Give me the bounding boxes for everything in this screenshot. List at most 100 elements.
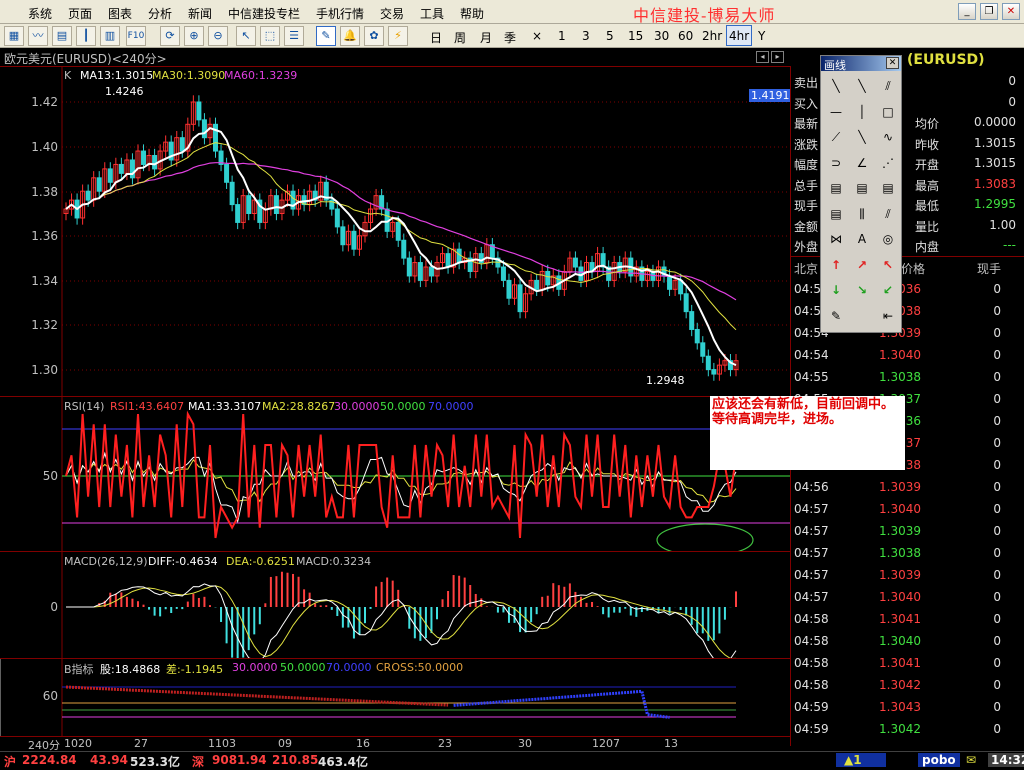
period-year[interactable]: Y xyxy=(758,29,765,43)
menu-page[interactable]: 页面 xyxy=(68,5,92,22)
draw-eraser-icon[interactable]: ✎ xyxy=(825,306,847,326)
draw-arrow-up-icon[interactable]: ↑ xyxy=(825,255,847,275)
draw-arrow-ur-icon[interactable]: ↗ xyxy=(851,255,873,275)
menu-chart[interactable]: 图表 xyxy=(108,5,132,22)
tick-time: 04:59 xyxy=(794,700,829,714)
tick-row: 04:58 1.3040 0 xyxy=(791,634,1024,652)
draw-fib-b-icon[interactable]: ▤ xyxy=(851,178,873,198)
quote-right-label: 昨收 xyxy=(915,137,940,152)
alarm-icon[interactable]: 🔔 xyxy=(340,26,360,46)
draw-parallel-icon[interactable]: ⫽ xyxy=(877,76,899,96)
zoom-out-icon[interactable]: ⊖ xyxy=(208,26,228,46)
draw-grid-a-icon[interactable]: ▤ xyxy=(825,204,847,224)
period-1[interactable]: 1 xyxy=(558,29,566,43)
draw-trend-icon[interactable]: ⟋ xyxy=(825,127,847,147)
scroll-right-icon[interactable]: ▸ xyxy=(771,51,784,63)
draw-ray-icon[interactable]: ╲ xyxy=(851,76,873,96)
draw-arrow-down-icon[interactable]: ↓ xyxy=(825,280,847,300)
tick-volume: 0 xyxy=(993,700,1001,714)
close-button[interactable]: ✕ xyxy=(1002,3,1020,20)
draw-arrow-dr-icon[interactable]: ↘ xyxy=(851,280,873,300)
tick-price: 1.3040 xyxy=(879,348,921,362)
period-month[interactable]: 月 xyxy=(480,29,492,46)
table-icon[interactable]: ▥ xyxy=(100,26,120,46)
candle-body xyxy=(213,123,219,152)
draw-arrow-dl-icon[interactable]: ↙ xyxy=(877,280,899,300)
line-chart-icon[interactable]: 〰 xyxy=(28,26,48,46)
minimize-button[interactable]: _ xyxy=(958,3,976,20)
draw-angle-icon[interactable]: ∠ xyxy=(851,153,873,173)
tick-time: 04:55 xyxy=(794,370,829,384)
menu-news[interactable]: 新闻 xyxy=(188,5,212,22)
menu-mobile[interactable]: 手机行情 xyxy=(316,5,364,22)
period-quarter[interactable]: 季 xyxy=(504,29,516,46)
draw-arc-icon[interactable]: ⊃ xyxy=(825,153,847,173)
draw-hline-icon[interactable]: — xyxy=(825,102,847,122)
refresh-icon[interactable]: ⟳ xyxy=(160,26,180,46)
candle-body xyxy=(107,168,113,183)
draw-fib-c-icon[interactable]: ▤ xyxy=(877,178,899,198)
draw-circle-icon[interactable]: ◎ xyxy=(877,229,899,249)
draw-delete-icon[interactable]: ⇤ xyxy=(877,306,899,326)
period-5[interactable]: 5 xyxy=(606,29,614,43)
draw-line-icon[interactable]: ✎ xyxy=(316,26,336,46)
period-day[interactable]: 日 xyxy=(430,29,442,46)
annotation-note[interactable]: 应该还会有新低，目前回调中。等待高调完毕，进场。 xyxy=(710,396,905,470)
draw-down-line-icon[interactable]: ╲ xyxy=(851,127,873,147)
tick-time: 04:57 xyxy=(794,502,829,516)
draw-tool-palette[interactable]: 画线 ✕ ╲ ╲ ⫽ — │ □ ⟋ ╲ ∿ ⊃ ∠ ⋰ ▤ ▤ ▤ ▤ ⫼ ⫽ ⋈ A ◎ ↑ ↗ ↖ ↓ ↘ ↙ ✎ ⇤ xyxy=(820,55,902,333)
candle-body xyxy=(401,239,407,259)
tick-volume: 0 xyxy=(993,546,1001,560)
b-indicator-pane[interactable]: B指标 股:18.4868 差:-1.1945 30.0000 50.0000 … xyxy=(0,658,790,737)
f10-icon[interactable]: F10 xyxy=(126,26,146,46)
period-week[interactable]: 周 xyxy=(454,29,466,46)
draw-rect-icon[interactable]: □ xyxy=(877,102,899,122)
grid-icon[interactable]: ▤ xyxy=(52,26,72,46)
plugin-icon[interactable]: ✿ xyxy=(364,26,384,46)
x-tick: 09 xyxy=(278,737,292,750)
draw-fan-icon[interactable]: ⋰ xyxy=(877,153,899,173)
candle-body xyxy=(506,279,512,299)
alert-badge[interactable]: ▲1 xyxy=(836,753,886,767)
menu-system[interactable]: 系统 xyxy=(28,5,52,22)
period-4hr[interactable]: 4hr xyxy=(726,25,753,46)
candle-body xyxy=(85,190,91,201)
cursor-icon[interactable]: ↖ xyxy=(236,26,256,46)
period-2hr[interactable]: 2hr xyxy=(702,29,722,43)
tick-row: 04:57 1.3040 0 xyxy=(791,502,1024,520)
x-axis: 240分 1020 27 1103 09 16 23 30 1207 13 xyxy=(0,736,790,752)
draw-gann-icon[interactable]: ⋈ xyxy=(825,229,847,249)
draw-grid-c-icon[interactable]: ⫽ xyxy=(877,204,899,224)
quote-left-label: 买入 xyxy=(794,96,819,111)
list-icon[interactable]: ☰ xyxy=(284,26,304,46)
mail-icon[interactable]: ✉ xyxy=(966,753,976,767)
menu-trade[interactable]: 交易 xyxy=(380,5,404,22)
quote-list-icon[interactable]: ▦ xyxy=(4,26,24,46)
menu-column[interactable]: 中信建投专栏 xyxy=(228,5,300,22)
period-30[interactable]: 30 xyxy=(654,29,669,43)
menu-help[interactable]: 帮助 xyxy=(460,5,484,22)
rsi-pane[interactable]: RSI(14) RSI1:43.6407 MA1:33.3107 MA2:28.… xyxy=(0,396,790,552)
close-icon[interactable]: ✕ xyxy=(886,57,899,69)
draw-grid-b-icon[interactable]: ⫼ xyxy=(851,204,873,224)
draw-fib-a-icon[interactable]: ▤ xyxy=(825,178,847,198)
draw-line-icon[interactable]: ╲ xyxy=(825,76,847,96)
draw-wave-icon[interactable]: ∿ xyxy=(877,127,899,147)
zoom-in-icon[interactable]: ⊕ xyxy=(184,26,204,46)
menu-analysis[interactable]: 分析 xyxy=(148,5,172,22)
period-60[interactable]: 60 xyxy=(678,29,693,43)
candles-icon[interactable]: ┃ xyxy=(76,26,96,46)
macd-pane[interactable]: MACD(26,12,9) DIFF:-0.4634 DEA:-0.6251 M… xyxy=(0,551,790,659)
draw-vline-icon[interactable]: │ xyxy=(851,102,873,122)
period-x[interactable]: × xyxy=(532,29,542,43)
period-15[interactable]: 15 xyxy=(628,29,643,43)
draw-arrow-ul-icon[interactable]: ↖ xyxy=(877,255,899,275)
kline-pane[interactable]: K MA13:1.3015 MA30:1.3090 MA60:1.3239 1.… xyxy=(0,66,792,397)
restore-button[interactable]: ❐ xyxy=(980,3,998,20)
flash-icon[interactable]: ⚡ xyxy=(388,26,408,46)
select-icon[interactable]: ⬚ xyxy=(260,26,280,46)
scroll-left-icon[interactable]: ◂ xyxy=(756,51,769,63)
menu-tools[interactable]: 工具 xyxy=(420,5,444,22)
draw-text-icon[interactable]: A xyxy=(851,229,873,249)
period-3[interactable]: 3 xyxy=(582,29,590,43)
